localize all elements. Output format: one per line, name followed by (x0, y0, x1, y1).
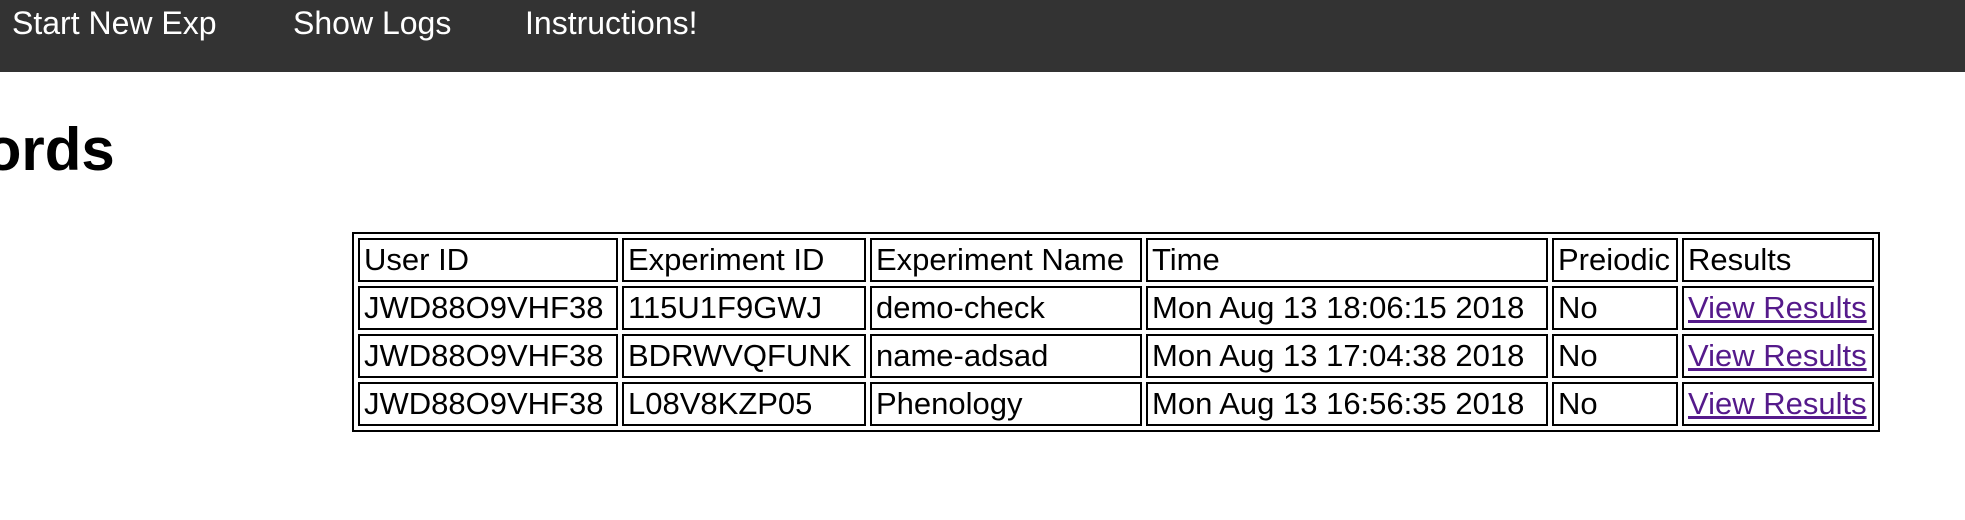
cell-experiment-name: name-adsad (870, 334, 1142, 378)
cell-experiment-id: BDRWVQFUNK (622, 334, 866, 378)
nav-show-logs[interactable]: Show Logs (293, 0, 451, 46)
cell-experiment-id: 115U1F9GWJ (622, 286, 866, 330)
cell-results: View Results (1682, 286, 1874, 330)
cell-results: View Results (1682, 334, 1874, 378)
records-table: User ID Experiment ID Experiment Name Ti… (352, 232, 1880, 432)
cell-time: Mon Aug 13 16:56:35 2018 (1146, 382, 1548, 426)
header-experiment-name: Experiment Name (870, 238, 1142, 282)
table-header-row: User ID Experiment ID Experiment Name Ti… (358, 238, 1874, 282)
nav-instructions[interactable]: Instructions! (525, 0, 698, 46)
cell-time: Mon Aug 13 18:06:15 2018 (1146, 286, 1548, 330)
header-experiment-id: Experiment ID (622, 238, 866, 282)
header-results: Results (1682, 238, 1874, 282)
view-results-link[interactable]: View Results (1688, 338, 1867, 373)
view-results-link[interactable]: View Results (1688, 290, 1867, 325)
cell-user-id: JWD88O9VHF38 (358, 382, 618, 426)
nav-start-new-exp[interactable]: Start New Exp (12, 0, 217, 46)
table-row: JWD88O9VHF38 115U1F9GWJ demo-check Mon A… (358, 286, 1874, 330)
cell-time: Mon Aug 13 17:04:38 2018 (1146, 334, 1548, 378)
view-results-link[interactable]: View Results (1688, 386, 1867, 421)
top-navbar: Start New Exp Show Logs Instructions! (0, 0, 1965, 72)
table-row: JWD88O9VHF38 BDRWVQFUNK name-adsad Mon A… (358, 334, 1874, 378)
cell-experiment-name: Phenology (870, 382, 1142, 426)
header-user-id: User ID (358, 238, 618, 282)
cell-periodic: No (1552, 334, 1678, 378)
header-periodic: Preiodic (1552, 238, 1678, 282)
cell-periodic: No (1552, 382, 1678, 426)
page-title: ecords (0, 116, 115, 183)
cell-periodic: No (1552, 286, 1678, 330)
cell-user-id: JWD88O9VHF38 (358, 334, 618, 378)
cell-experiment-name: demo-check (870, 286, 1142, 330)
table-row: JWD88O9VHF38 L08V8KZP05 Phenology Mon Au… (358, 382, 1874, 426)
cell-experiment-id: L08V8KZP05 (622, 382, 866, 426)
cell-user-id: JWD88O9VHF38 (358, 286, 618, 330)
cell-results: View Results (1682, 382, 1874, 426)
header-time: Time (1146, 238, 1548, 282)
